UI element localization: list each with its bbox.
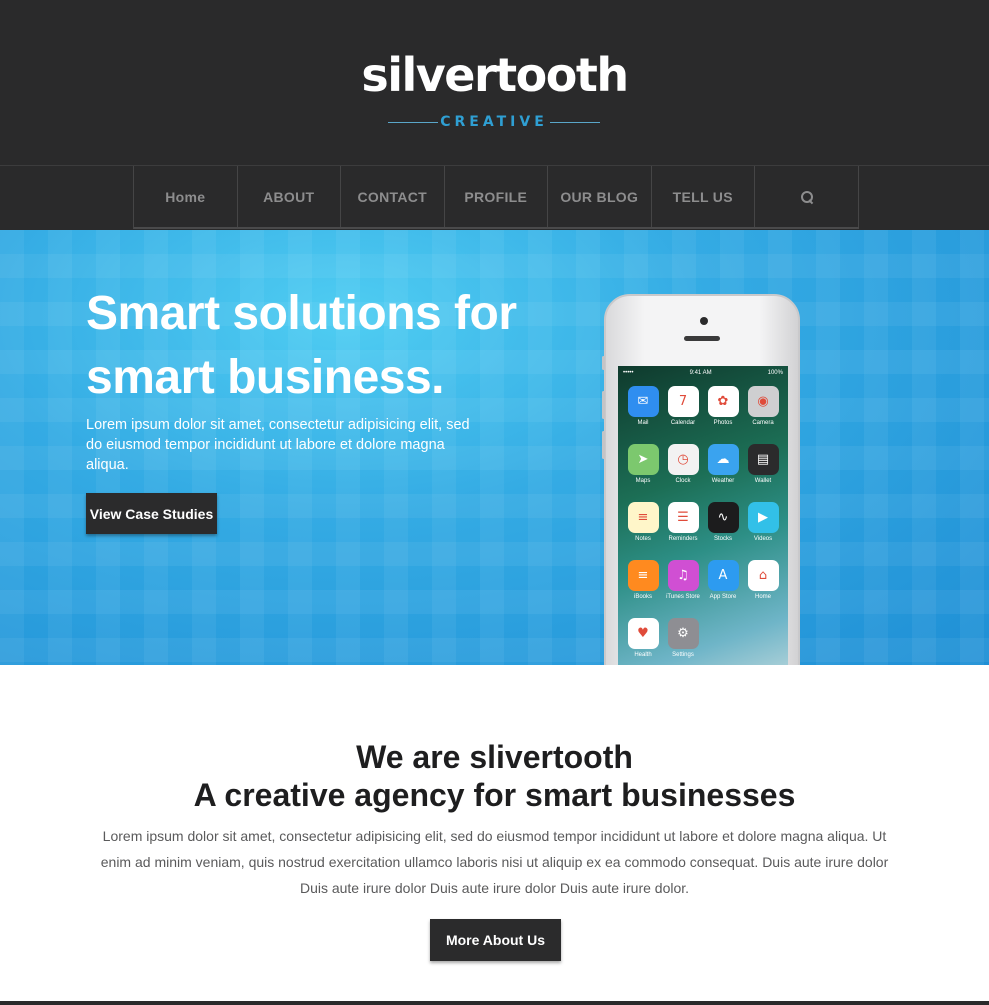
phone-carrier: •••••: [623, 370, 634, 376]
phone-app-notes: ≡ Notes: [623, 502, 663, 542]
health-icon: ♥: [627, 618, 659, 649]
phone-app-label: App Store: [709, 594, 737, 600]
phone-app-itunes-store: ♫ iTunes Store: [663, 560, 703, 600]
phone-mute-switch: [602, 356, 605, 370]
search-icon: [800, 190, 813, 203]
weather-icon: ☁: [707, 444, 739, 475]
main-nav: Home ABOUT CONTACT PROFILE OUR BLOG TELL…: [0, 166, 989, 230]
phone-app-mail: ✉ Mail: [623, 386, 663, 426]
about-heading: We are slivertooth A creative agency for…: [0, 738, 989, 814]
nav-menu: Home ABOUT CONTACT PROFILE OUR BLOG TELL…: [133, 166, 859, 229]
site-header: silvertooth CREATIVE: [0, 0, 989, 166]
phone-app-clock: ◷ Clock: [663, 444, 703, 484]
phone-app-label: Home: [754, 594, 771, 600]
phone-app-app-store: A App Store: [703, 560, 743, 600]
camera-icon: ◉: [747, 386, 779, 417]
phone-app-stocks: ∿ Stocks: [703, 502, 743, 542]
maps-icon: ➤: [627, 444, 659, 475]
nav-item-tell-us[interactable]: TELL US: [652, 166, 755, 227]
phone-app-label: Maps: [635, 478, 651, 484]
mail-icon: ✉: [627, 386, 659, 417]
nav-item-home[interactable]: Home: [134, 166, 238, 227]
phone-app-weather: ☁ Weather: [703, 444, 743, 484]
more-about-us-button[interactable]: More About Us: [430, 919, 561, 961]
phone-app-label: iTunes Store: [666, 594, 700, 600]
phone-app-home: ⌂ Home: [743, 560, 783, 600]
phone-app-grid: ✉ Mail 7 Calendar ✿ Photos ◉ Camera ➤ Maps ◷ Clock ☁…: [618, 380, 788, 658]
phone-app-videos: ▶ Videos: [743, 502, 783, 542]
calendar-icon: 7: [667, 386, 699, 417]
phone-app-camera: ◉ Camera: [743, 386, 783, 426]
hero-banner: Smart solutions for smart business. Lore…: [0, 230, 989, 665]
phone-app-label: Camera: [752, 420, 774, 426]
about-text: Lorem ipsum dolor sit amet, consectetur …: [100, 828, 889, 896]
phone-status-bar: ••••• 9:41 AM 100%: [618, 366, 788, 380]
phone-battery: 100%: [767, 370, 783, 376]
view-case-studies-button[interactable]: View Case Studies: [86, 493, 217, 534]
bottom-divider: [0, 1001, 989, 1005]
phone-app-label: Photos: [713, 420, 733, 426]
reminders-icon: ☰: [667, 502, 699, 533]
phone-app-ibooks: ≡ iBooks: [623, 560, 663, 600]
phone-volume-down: [602, 431, 605, 459]
phone-app-label: Stocks: [713, 536, 732, 542]
ibooks-icon: ≡: [627, 560, 659, 591]
phone-camera: [700, 317, 708, 325]
phone-app-label: Calendar: [670, 420, 696, 426]
brand-tagline-row: CREATIVE: [388, 112, 600, 132]
phone-image: ••••• 9:41 AM 100% ✉ Mail 7 Calendar ✿ Photos…: [602, 294, 800, 665]
hero-title: Smart solutions for smart business.: [86, 282, 526, 410]
phone-app-photos: ✿ Photos: [703, 386, 743, 426]
phone-app-maps: ➤ Maps: [623, 444, 663, 484]
clock-icon: ◷: [667, 444, 699, 475]
hero-title-line-1: Smart solutions for: [86, 287, 517, 340]
phone-time: 9:41 AM: [689, 370, 712, 376]
notes-icon: ≡: [627, 502, 659, 533]
phone-app-label: Reminders: [668, 536, 698, 542]
nav-item-contact[interactable]: CONTACT: [341, 166, 445, 227]
phone-app-calendar: 7 Calendar: [663, 386, 703, 426]
phone-app-label: Notes: [635, 536, 651, 542]
tagline-divider-right: [550, 121, 600, 123]
brand-tagline: CREATIVE: [440, 114, 548, 130]
phone-app-label: iBooks: [633, 594, 652, 600]
phone-volume-up: [602, 391, 605, 419]
wallet-icon: ▤: [747, 444, 779, 475]
nav-item-profile[interactable]: PROFILE: [445, 166, 548, 227]
phone-app-label: Settings: [672, 652, 694, 658]
phone-app-label: Weather: [711, 478, 735, 484]
home-icon: ⌂: [747, 560, 779, 591]
tagline-divider-left: [388, 121, 438, 123]
phone-app-health: ♥ Health: [623, 618, 663, 658]
photos-icon: ✿: [707, 386, 739, 417]
phone-app-label: Clock: [675, 478, 691, 484]
nav-search-button[interactable]: [755, 166, 859, 227]
phone-speaker: [684, 336, 720, 341]
nav-item-our-blog[interactable]: OUR BLOG: [548, 166, 652, 227]
brand-logo-name[interactable]: silvertooth: [0, 48, 989, 102]
appstore-icon: A: [707, 560, 739, 591]
itunes-icon: ♫: [667, 560, 699, 591]
about-heading-line-1: We are slivertooth: [356, 739, 633, 775]
phone-app-label: Mail: [637, 420, 649, 426]
hero-title-line-2: smart business.: [86, 351, 444, 404]
settings-icon: ⚙: [667, 618, 699, 649]
phone-app-label: Wallet: [754, 478, 772, 484]
phone-screen: ••••• 9:41 AM 100% ✉ Mail 7 Calendar ✿ Photos…: [618, 366, 788, 665]
hero-description: Lorem ipsum dolor sit amet, consectetur …: [86, 417, 470, 473]
about-heading-line-2: A creative agency for smart businesses: [193, 777, 796, 813]
phone-app-reminders: ☰ Reminders: [663, 502, 703, 542]
phone-app-settings: ⚙ Settings: [663, 618, 703, 658]
stocks-icon: ∿: [707, 502, 739, 533]
phone-app-wallet: ▤ Wallet: [743, 444, 783, 484]
videos-icon: ▶: [747, 502, 779, 533]
phone-app-label: Videos: [753, 536, 773, 542]
nav-item-about[interactable]: ABOUT: [238, 166, 341, 227]
phone-app-label: Health: [634, 652, 652, 658]
